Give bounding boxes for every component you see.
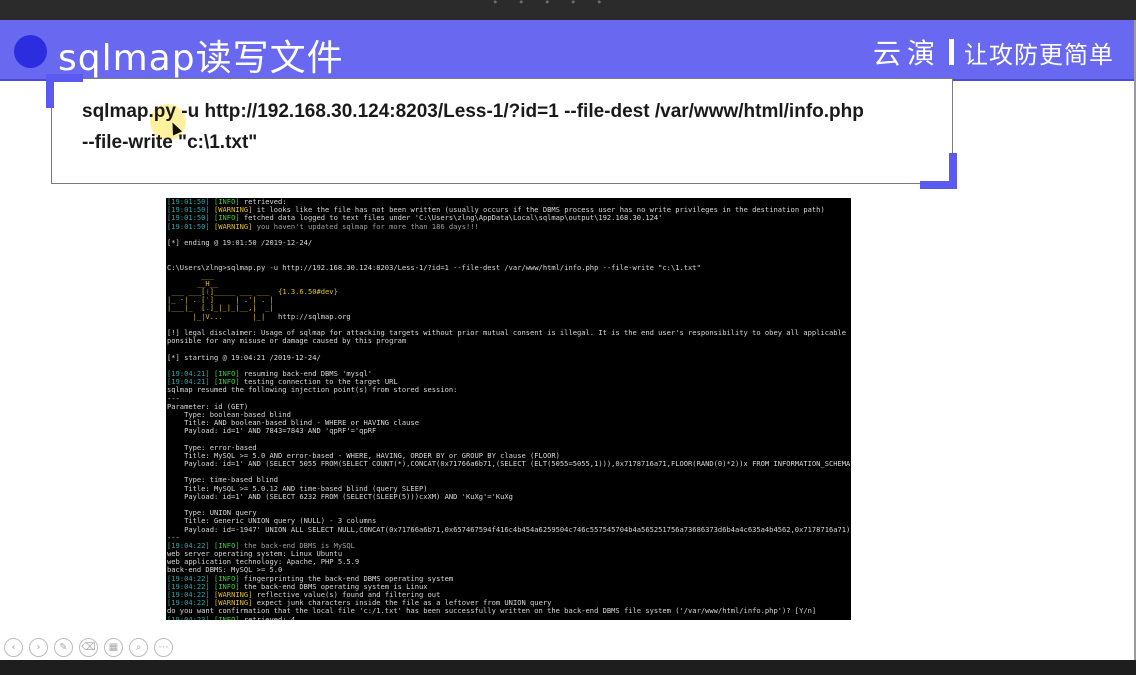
brand-name: 云演 (872, 37, 941, 70)
slide-title: sqlmap读写文件 (58, 38, 344, 79)
terminal-line: |_|V... |_| http://sqlmap.org (167, 311, 851, 321)
prev-button-icon[interactable]: ‹ (4, 638, 23, 657)
terminal-line: ponsible for any misuse or damage caused… (167, 337, 851, 345)
terminal-line: Payload: id=-1947' UNION ALL SELECT NULL… (167, 524, 851, 534)
zoom-icon[interactable]: ⌕ (129, 638, 148, 657)
command-line-2: --file-write "c:\1.txt" (82, 132, 258, 153)
terminal-line: Payload: id=1' AND (SELECT 6232 FROM (SE… (167, 491, 851, 501)
slide-header: sqlmap读写文件 云演 让攻防更简单 (0, 20, 1136, 81)
terminal-segment: [19:04:23] (167, 614, 214, 620)
terminal-segment: ponsible for any misuse or damage caused… (167, 336, 407, 346)
brand-logo: 云演 让攻防更简单 (873, 32, 1114, 72)
terminal-segment: [INFO] (213, 614, 240, 620)
window-drag-dots: • • • • • (492, 0, 611, 9)
terminal-segment: [*] ending @ 19:01:50 /2019-12-24/ (167, 237, 313, 247)
player-controls: ‹ › ✎ ⌫ ▦ ⌕ ⋯ (4, 638, 173, 657)
slides-view-icon[interactable]: ▦ (104, 638, 123, 657)
terminal-line: [19:04:23] [INFO] retrieved: 4 (167, 614, 851, 620)
terminal-segment: [19:01:50] (167, 221, 214, 231)
terminal-screenshot: [19:01:50] [INFO] retrieved: [19:01:50] … (166, 198, 851, 620)
corner-decoration-top-left (46, 74, 83, 108)
terminal-line: [*] ending @ 19:01:50 /2019-12-24/ (167, 237, 851, 247)
more-options-icon[interactable]: ⋯ (154, 638, 173, 657)
window-top-bar: • • • • • (0, 0, 1136, 20)
terminal-segment: http://sqlmap.org (278, 311, 351, 321)
terminal-segment: [WARNING] (213, 221, 253, 231)
terminal-line: [19:01:50] [WARNING] you haven't updated… (167, 221, 851, 231)
terminal-line: [*] starting @ 19:04:21 /2019-12-24/ (167, 352, 851, 362)
terminal-line: sqlmap resumed the following injection p… (167, 386, 851, 394)
command-line-1: sqlmap.py -u http://192.168.30.124:8203/… (82, 101, 864, 122)
eraser-tool-icon[interactable]: ⌫ (79, 638, 98, 657)
header-circle-icon (14, 35, 47, 68)
terminal-line: --- (167, 394, 851, 403)
terminal-line: Payload: id=1' AND (SELECT 5055 FROM(SEL… (167, 459, 851, 468)
terminal-line: ___ (167, 271, 851, 280)
brand-divider (949, 39, 954, 65)
terminal-line: C:\Users\zlng>sqlmap.py -u http://192.16… (167, 262, 851, 272)
terminal-segment: Payload: id=1' AND (SELECT 6232 FROM (SE… (167, 491, 513, 501)
terminal-line: Payload: id=1' AND 7843=7843 AND 'qpRF'=… (167, 427, 851, 435)
corner-decoration-bottom-right (920, 153, 957, 189)
brand-slogan: 让攻防更简单 (964, 40, 1114, 69)
terminal-segment: {1.3.6.50#dev} (278, 287, 338, 297)
terminal-segment: C:\Users\zlng>sqlmap.py -u http://192.16… (167, 262, 701, 272)
terminal-segment: Payload: id=-1947' UNION ALL SELECT NULL… (167, 524, 851, 534)
command-text: sqlmap.py -u http://192.168.30.124:8203/… (82, 96, 942, 158)
bottom-bar (0, 660, 1136, 675)
pen-tool-icon[interactable]: ✎ (54, 638, 73, 657)
terminal-segment: retrieved: 4 (239, 614, 296, 620)
terminal-segment: Payload: id=1' AND (SELECT 5055 FROM(SEL… (167, 459, 851, 468)
terminal-segment: Payload: id=1' AND 7843=7843 AND 'qpRF'=… (167, 426, 377, 436)
terminal-segment: [*] starting @ 19:04:21 /2019-12-24/ (167, 352, 321, 362)
terminal-segment: |_|V... |_| (167, 311, 279, 321)
terminal-segment: you haven't updated sqlmap for more than… (252, 221, 479, 231)
terminal-segment: sqlmap resumed the following injection p… (167, 385, 458, 395)
next-button-icon[interactable]: › (29, 638, 48, 657)
